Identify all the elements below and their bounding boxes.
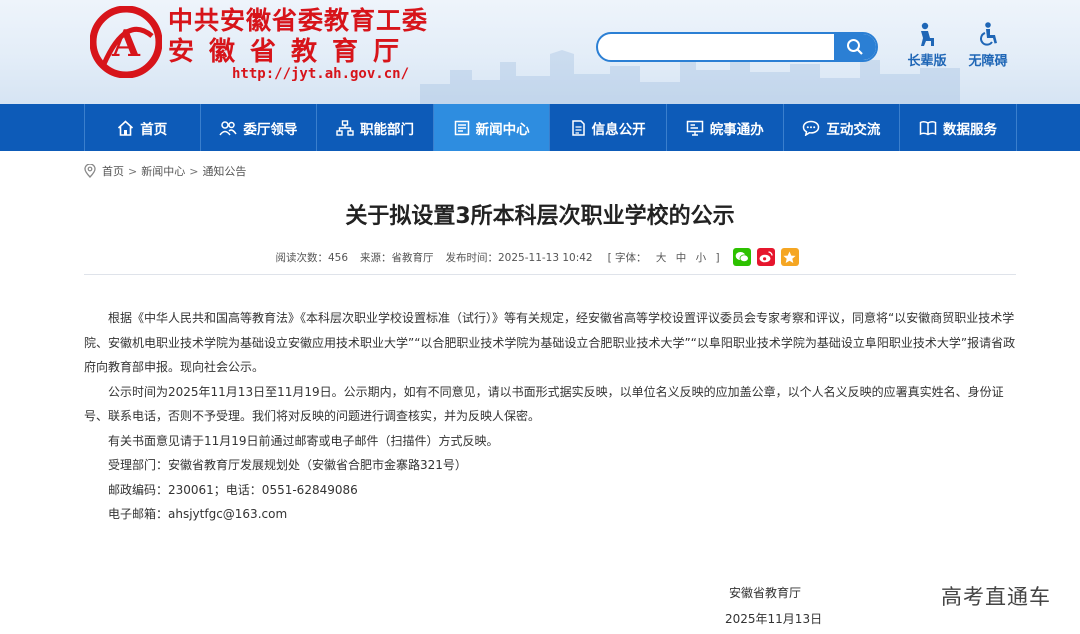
contact-email: 电子邮箱：ahsjytfgc@163.com: [108, 507, 288, 521]
accessibility-label: 无障碍: [968, 54, 1008, 69]
article-content: 根据《中华人民共和国高等教育法》《本科层次职业学校设置标准（试行）》等有关规定，…: [84, 306, 1019, 527]
nav-item-service[interactable]: 皖事通办: [667, 104, 784, 151]
nav-item-label: 新闻中心: [475, 121, 530, 138]
meta-divider: [84, 274, 1016, 275]
breadcrumb-home[interactable]: 首页: [102, 163, 124, 179]
nav-item-departments[interactable]: 职能部门: [317, 104, 434, 151]
font-size-bracket-close: ]: [715, 251, 720, 264]
nav-item-interaction[interactable]: 互动交流: [784, 104, 901, 151]
data-icon: [919, 120, 937, 135]
location-pin-icon: [84, 164, 96, 178]
breadcrumb-separator: >: [189, 164, 199, 178]
article-paragraph: 有关书面意见请于11月19日前通过邮寄或电子邮件（扫描件）方式反映。: [108, 433, 499, 448]
share-weibo-button[interactable]: [756, 248, 775, 266]
contact-postcode-phone: 邮政编码：230061；电话：0551-62849086: [108, 482, 358, 497]
nav-item-news[interactable]: 新闻中心: [433, 104, 551, 151]
site-title-line1: 中共安徽省委教育工委: [168, 6, 429, 35]
leaders-icon: [219, 120, 238, 135]
publish-time: 发布时间：2025-11-13 10:42: [445, 251, 593, 264]
accessibility-link[interactable]: 无障碍: [962, 22, 1014, 69]
font-size-medium[interactable]: 中: [676, 252, 687, 264]
main-nav: 首页 委厅领导 职能部门 新闻中心 信息公开 皖事通办 互动交流 数据服务: [0, 104, 1080, 151]
nav-item-home[interactable]: 首页: [84, 104, 201, 151]
breadcrumb-news-center[interactable]: 新闻中心: [141, 163, 185, 179]
font-size-small[interactable]: 小: [696, 252, 707, 264]
site-header: A 中共安徽省委教育工委 安徽省教育厅 http://jyt.ah.gov.cn…: [0, 0, 1080, 104]
nav-item-label: 数据服务: [942, 121, 997, 138]
nav-item-data[interactable]: 数据服务: [900, 104, 1017, 151]
share-wechat-button[interactable]: [732, 248, 751, 266]
breadcrumb-notices[interactable]: 通知公告: [202, 163, 246, 179]
nav-item-label: 信息公开: [591, 121, 646, 138]
nav-item-label: 互动交流: [826, 121, 881, 138]
elder-mode-label: 长辈版: [907, 54, 947, 69]
search-box: [596, 32, 878, 62]
elder-icon: [921, 22, 934, 46]
site-logo[interactable]: A: [90, 6, 162, 78]
article-source: 来源：省教育厅: [360, 251, 434, 264]
article-paragraph: 根据《中华人民共和国高等教育法》《本科层次职业学校设置标准（试行）》等有关规定，…: [84, 311, 1016, 374]
news-icon: [454, 120, 469, 135]
nav-item-info[interactable]: 信息公开: [550, 104, 667, 151]
qzone-icon: [783, 251, 796, 263]
nav-item-label: 皖事通办: [709, 121, 764, 138]
article-paragraph: 公示时间为2025年11月13日至11月19日。公示期内，如有不同意见，请以书面…: [84, 384, 1004, 424]
search-input[interactable]: [608, 36, 828, 60]
font-size-switcher: [ 字体： 大 中 小 ]: [605, 250, 723, 265]
article-meta: 阅读次数：456 来源：省教育厅 发布时间：2025-11-13 10:42 […: [84, 246, 996, 268]
wheelchair-icon: [980, 22, 997, 46]
breadcrumb: 首页 > 新闻中心 > 通知公告: [84, 162, 246, 180]
weibo-icon: [759, 251, 773, 263]
share-qzone-button[interactable]: [780, 248, 799, 266]
site-title-line2: 安徽省教育厅: [168, 37, 415, 67]
departments-icon: [336, 119, 354, 136]
service-icon: [686, 120, 704, 136]
elder-mode-link[interactable]: 长辈版: [901, 22, 953, 69]
search-button[interactable]: [834, 34, 876, 60]
font-size-large[interactable]: 大: [656, 252, 667, 264]
nav-item-leaders[interactable]: 委厅领导: [201, 104, 318, 151]
chat-icon: [803, 120, 820, 136]
font-size-label: [ 字体：: [607, 251, 647, 264]
info-icon: [571, 119, 585, 136]
view-count: 阅读次数：456: [275, 251, 348, 264]
breadcrumb-separator: >: [128, 164, 138, 178]
article-title: 关于拟设置3所本科层次职业学校的公示: [345, 204, 735, 229]
nav-item-label: 委厅领导: [243, 121, 298, 138]
search-icon: [847, 39, 863, 55]
home-icon: [118, 119, 134, 136]
nav-item-label: 首页: [140, 121, 168, 138]
site-url[interactable]: http://jyt.ah.gov.cn/: [232, 66, 409, 82]
signature-date: 2025年11月13日: [725, 612, 823, 626]
contact-department: 受理部门：安徽省教育厅发展规划处（安徽省合肥市金寨路321号）: [108, 458, 467, 472]
watermark-text: 高考直通车: [941, 585, 1051, 609]
nav-item-label: 职能部门: [359, 121, 414, 138]
logo-letter: A: [111, 23, 141, 65]
wechat-icon: [735, 252, 749, 263]
signature-org: 安徽省教育厅: [729, 586, 802, 600]
